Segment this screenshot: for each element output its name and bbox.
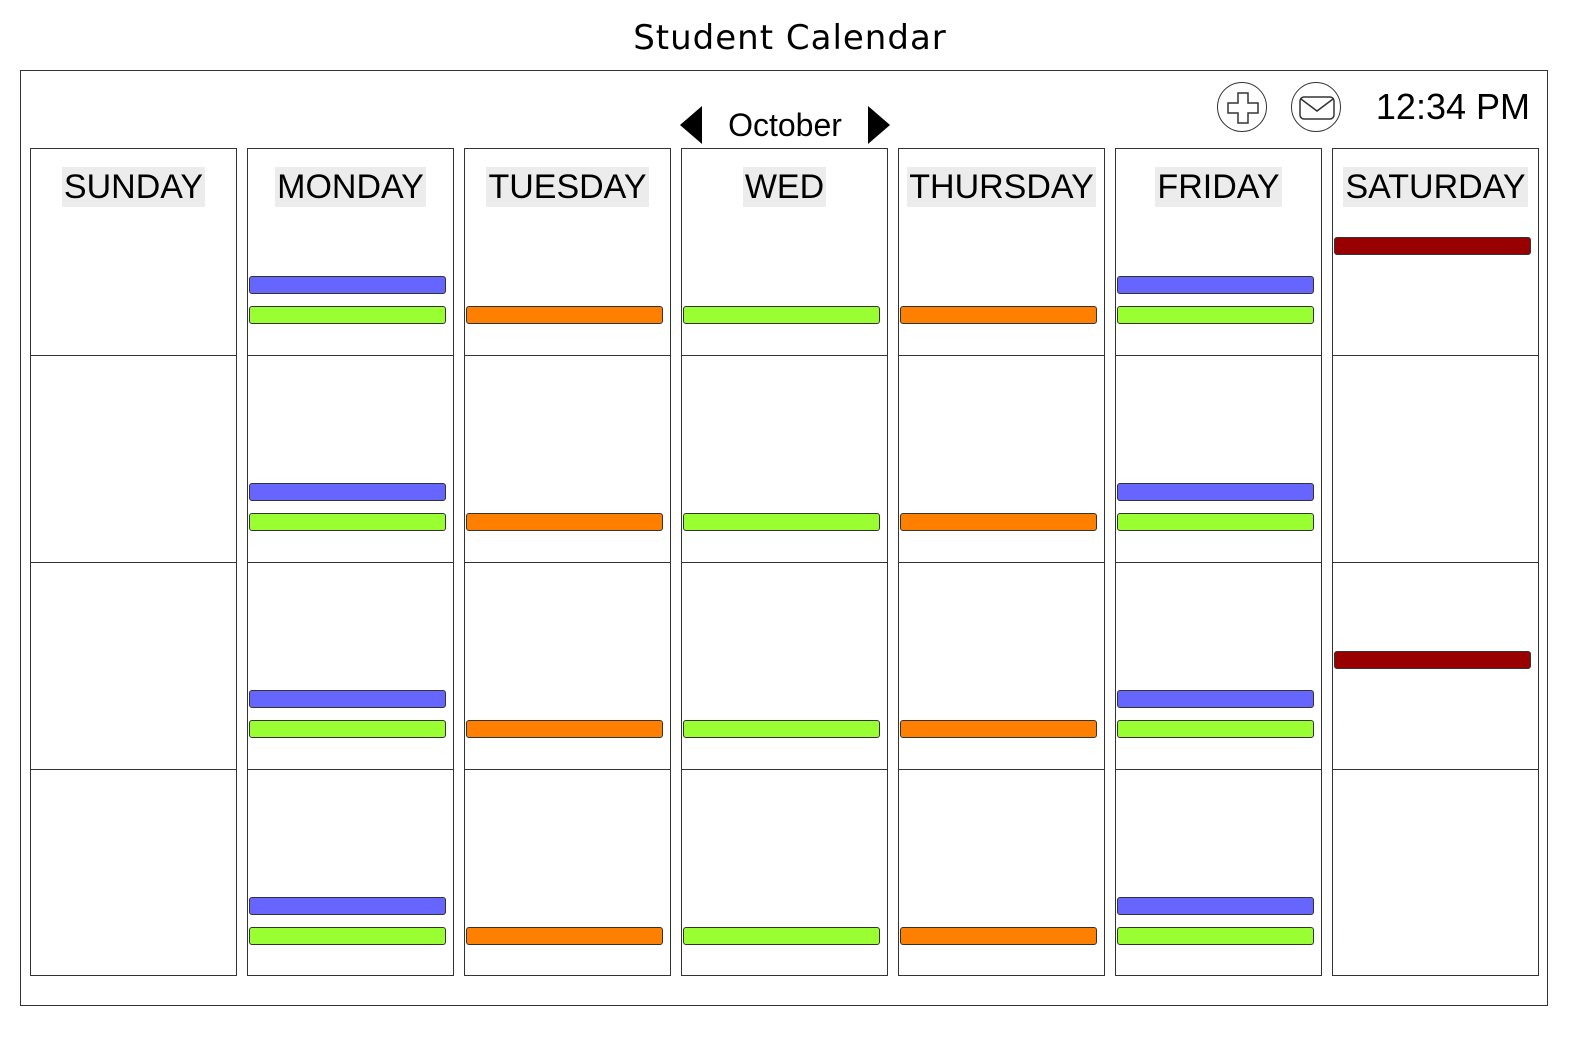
event-bar-orange[interactable]: [466, 306, 663, 324]
day-column-wed: WED: [681, 148, 888, 976]
day-header-label: THURSDAY: [907, 167, 1096, 207]
event-bar-orange[interactable]: [900, 513, 1097, 531]
event-bar-red[interactable]: [1334, 237, 1531, 255]
event-bar-green[interactable]: [683, 513, 880, 531]
week-divider: [681, 769, 888, 770]
day-header: FRIDAY: [1116, 167, 1321, 207]
week-divider: [1115, 769, 1322, 770]
day-header: TUESDAY: [465, 167, 670, 207]
week-divider: [898, 769, 1105, 770]
day-header: THURSDAY: [899, 167, 1104, 207]
event-bar-orange[interactable]: [900, 306, 1097, 324]
event-bar-orange[interactable]: [900, 720, 1097, 738]
event-bar-blue[interactable]: [1117, 897, 1314, 915]
week-divider: [898, 562, 1105, 563]
week-divider: [30, 355, 237, 356]
week-divider: [1115, 562, 1322, 563]
event-bar-green[interactable]: [1117, 720, 1314, 738]
event-bar-green[interactable]: [249, 306, 446, 324]
day-header-label: TUESDAY: [486, 167, 649, 207]
event-bar-blue[interactable]: [249, 897, 446, 915]
event-bar-blue[interactable]: [249, 276, 446, 294]
month-label: October: [728, 107, 842, 143]
day-column-sunday: SUNDAY: [30, 148, 237, 976]
event-bar-green[interactable]: [1117, 306, 1314, 324]
event-bar-orange[interactable]: [466, 513, 663, 531]
week-divider: [1115, 355, 1322, 356]
event-bar-green[interactable]: [683, 720, 880, 738]
event-bar-green[interactable]: [1117, 513, 1314, 531]
event-bar-blue[interactable]: [1117, 690, 1314, 708]
day-column-monday: MONDAY: [247, 148, 454, 976]
day-header-label: MONDAY: [275, 167, 426, 207]
event-bar-green[interactable]: [683, 306, 880, 324]
day-column-tuesday: TUESDAY: [464, 148, 671, 976]
event-bar-blue[interactable]: [1117, 483, 1314, 501]
week-divider: [464, 355, 671, 356]
day-header: SUNDAY: [31, 167, 236, 207]
clock: 12:34 PM: [1375, 86, 1530, 127]
event-bar-red[interactable]: [1334, 651, 1531, 669]
day-header-label: FRIDAY: [1155, 167, 1282, 207]
day-column-saturday: SATURDAY: [1332, 148, 1539, 976]
day-header: MONDAY: [248, 167, 453, 207]
week-divider: [1332, 355, 1539, 356]
week-divider: [464, 769, 671, 770]
mail-button[interactable]: [1291, 82, 1341, 132]
week-divider: [30, 769, 237, 770]
day-column-thursday: THURSDAY: [898, 148, 1105, 976]
week-divider: [898, 355, 1105, 356]
week-divider: [464, 562, 671, 563]
week-divider: [247, 562, 454, 563]
event-bar-green[interactable]: [249, 927, 446, 945]
week-divider: [1332, 769, 1539, 770]
event-bar-green[interactable]: [1117, 927, 1314, 945]
event-bar-blue[interactable]: [249, 483, 446, 501]
week-divider: [681, 562, 888, 563]
month-navigation: October: [680, 104, 890, 144]
day-column-friday: FRIDAY: [1115, 148, 1322, 976]
event-bar-blue[interactable]: [249, 690, 446, 708]
event-bar-orange[interactable]: [900, 927, 1097, 945]
previous-month-icon[interactable]: [680, 106, 702, 144]
add-event-button[interactable]: [1217, 82, 1267, 132]
event-bar-orange[interactable]: [466, 927, 663, 945]
week-divider: [30, 562, 237, 563]
next-month-icon[interactable]: [868, 106, 890, 144]
day-header: WED: [682, 167, 887, 207]
event-bar-green[interactable]: [249, 513, 446, 531]
day-header: SATURDAY: [1333, 167, 1538, 207]
week-divider: [681, 355, 888, 356]
day-header-label: SUNDAY: [61, 167, 206, 207]
plus-icon: [1227, 92, 1259, 124]
event-bar-orange[interactable]: [466, 720, 663, 738]
event-bar-blue[interactable]: [1117, 276, 1314, 294]
week-divider: [1332, 562, 1539, 563]
week-divider: [247, 769, 454, 770]
day-header-label: WED: [742, 167, 827, 207]
app-title: Student Calendar: [633, 18, 947, 58]
day-header-label: SATURDAY: [1343, 167, 1528, 207]
event-bar-green[interactable]: [683, 927, 880, 945]
envelope-icon: [1299, 96, 1335, 120]
week-divider: [247, 355, 454, 356]
event-bar-green[interactable]: [249, 720, 446, 738]
